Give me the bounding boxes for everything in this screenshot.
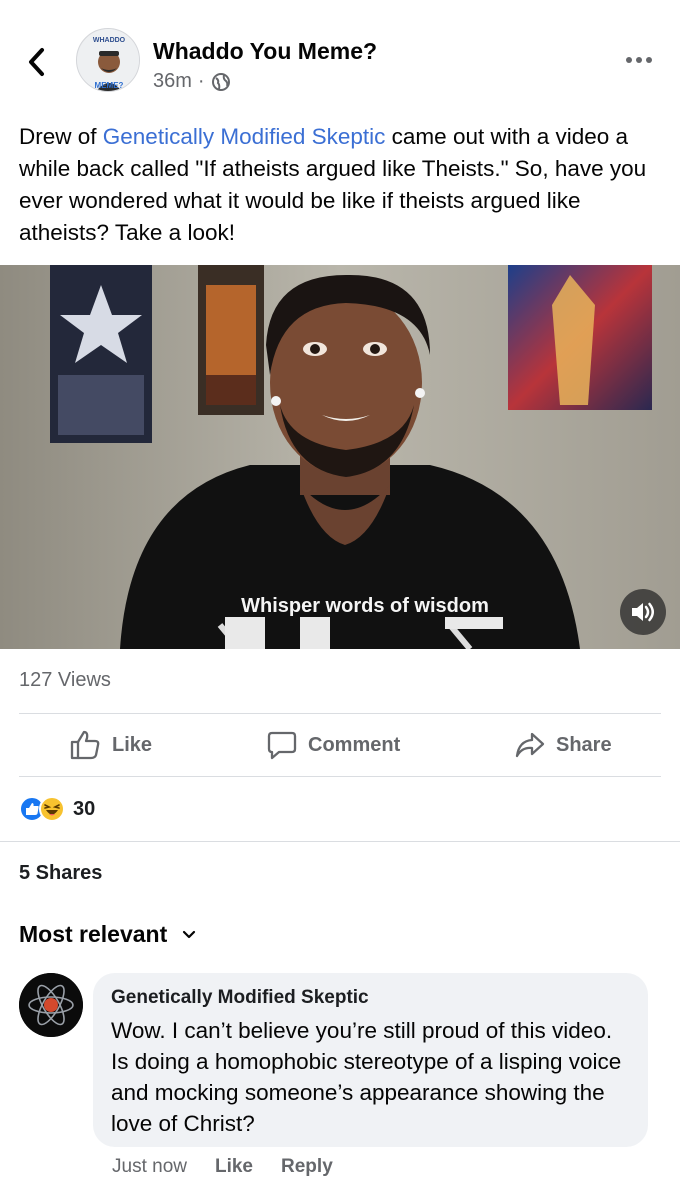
share-button[interactable]: Share xyxy=(514,714,612,776)
video-player[interactable]: Whisper words of wisdom xyxy=(0,265,680,649)
reaction-summary[interactable]: 30 xyxy=(19,794,95,824)
comment-time: Just now xyxy=(112,1156,187,1177)
comment-button[interactable]: Comment xyxy=(266,714,400,776)
view-count: 127 Views xyxy=(19,669,111,691)
commenter-avatar[interactable] xyxy=(19,973,83,1037)
share-icon xyxy=(515,732,545,758)
sort-label: Most relevant xyxy=(19,921,168,947)
post-time[interactable]: 36m xyxy=(153,70,192,93)
share-count[interactable]: 5 Shares xyxy=(19,862,102,885)
comment-icon xyxy=(267,731,297,760)
post-header: WHADDO MEME? Whaddo You Meme? 36m · xyxy=(0,0,680,110)
chevron-down-icon xyxy=(183,930,196,938)
svg-text:MEME?: MEME? xyxy=(95,81,124,90)
back-arrow-icon[interactable] xyxy=(22,42,52,82)
more-options-icon[interactable] xyxy=(624,52,654,68)
post-link[interactable]: Genetically Modified Skeptic xyxy=(103,124,386,149)
divider-bottom xyxy=(19,776,661,777)
poster-left xyxy=(50,265,152,443)
comment-reply-button[interactable]: Reply xyxy=(281,1156,333,1178)
page-name[interactable]: Whaddo You Meme? xyxy=(153,38,377,65)
globe-icon xyxy=(211,72,230,91)
page-avatar[interactable]: WHADDO MEME? xyxy=(76,28,140,92)
like-button[interactable]: Like xyxy=(68,714,152,776)
comment-sort-selector[interactable]: Most relevant xyxy=(19,921,197,948)
comment-like-button[interactable]: Like xyxy=(215,1156,253,1178)
comment-label: Comment xyxy=(308,733,401,756)
atom-logo-icon xyxy=(19,973,83,1037)
post-text-start: Drew of xyxy=(19,124,103,149)
poster-right xyxy=(508,265,652,410)
poster-middle xyxy=(198,265,264,415)
post-meta: 36m · xyxy=(153,70,231,93)
volume-button[interactable] xyxy=(620,589,666,635)
svg-text:WHADDO: WHADDO xyxy=(93,37,126,44)
haha-reaction-icon xyxy=(39,796,65,822)
thumbs-up-icon xyxy=(70,730,100,760)
comment-bubble: Genetically Modified Skeptic Wow. I can’… xyxy=(93,973,648,1147)
video-frame: Whisper words of wisdom xyxy=(0,265,680,649)
comment-footer: Just now Like Reply xyxy=(112,1156,333,1178)
meta-separator: · xyxy=(197,70,205,92)
comment-text: Wow. I can’t believe you’re still proud … xyxy=(111,1018,622,1136)
speaker-icon xyxy=(632,602,654,622)
shirt-text: Whisper words of wisdom xyxy=(241,595,489,617)
post-text: Drew of Genetically Modified Skeptic cam… xyxy=(19,121,664,249)
share-label: Share xyxy=(556,733,612,756)
page-avatar-image: WHADDO MEME? xyxy=(77,29,139,91)
section-divider xyxy=(0,841,680,842)
like-label: Like xyxy=(112,733,153,756)
reaction-count: 30 xyxy=(73,797,96,820)
post-actions: Like Comment Share xyxy=(0,714,680,776)
comment-author[interactable]: Genetically Modified Skeptic xyxy=(111,987,630,1009)
